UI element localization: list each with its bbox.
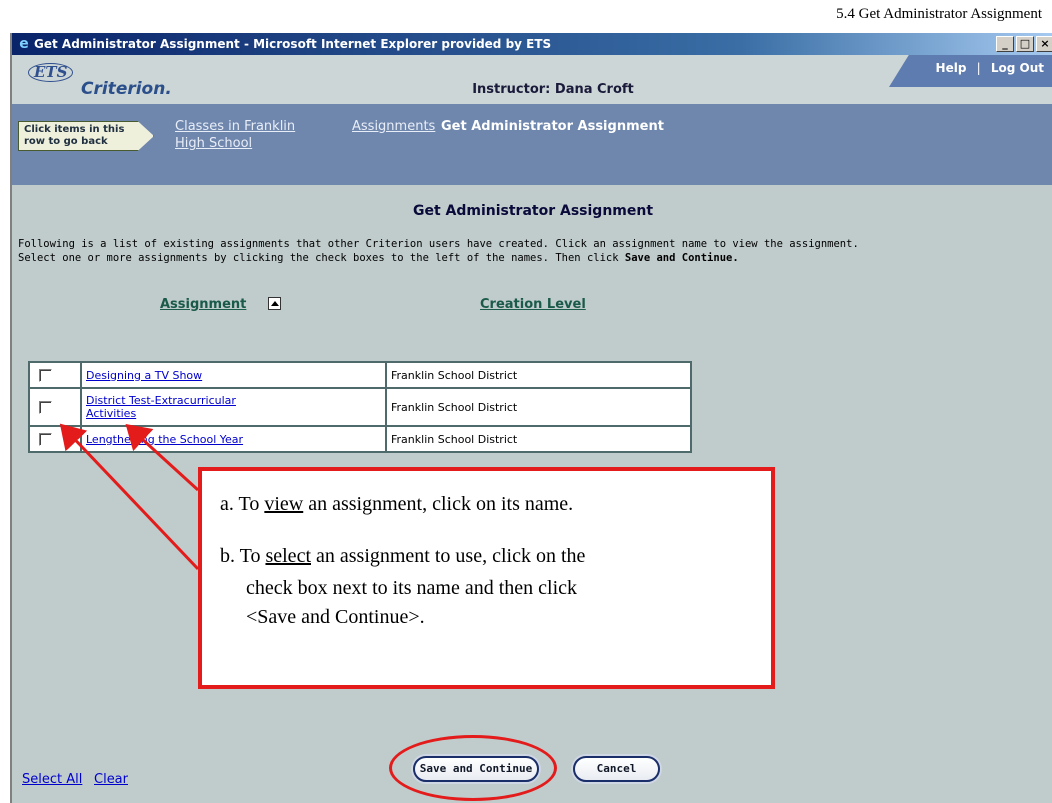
document-header: 5.4 Get Administrator Assignment <box>836 6 1042 22</box>
checkbox-cell <box>28 361 82 389</box>
table-row: District Test-Extracurricular Activities… <box>28 387 692 427</box>
callout-item-b: b. To select an assignment to use, click… <box>220 545 585 568</box>
callout-b-select: select <box>265 545 311 567</box>
app-header: ETS Criterion. Instructor: Dana Croft He… <box>12 55 1052 104</box>
assignment-checkbox[interactable] <box>39 400 52 414</box>
breadcrumb-hint: Click items in this row to go back <box>18 121 154 151</box>
assignment-name-link[interactable]: District Test-Extracurricular <box>86 394 381 407</box>
minimize-button[interactable]: _ <box>996 36 1014 52</box>
breadcrumb-hint-line2: row to go back <box>24 136 108 147</box>
breadcrumb-assignments-link[interactable]: Assignments <box>352 118 435 135</box>
cancel-button[interactable]: Cancel <box>573 756 660 782</box>
creation-level-column-header[interactable]: Creation Level <box>480 297 586 312</box>
close-button[interactable]: × <box>1036 36 1052 52</box>
assignment-name-link[interactable]: Lengthening the School Year <box>86 433 243 446</box>
checkbox-cell <box>28 387 82 427</box>
callout-a-prefix: a. To <box>220 493 265 515</box>
sort-ascending-icon[interactable] <box>268 297 281 310</box>
clear-link[interactable]: Clear <box>94 772 128 787</box>
maximize-button[interactable]: □ <box>1016 36 1034 52</box>
assignment-name-link[interactable]: Designing a TV Show <box>86 369 202 382</box>
intro-text: Following is a list of existing assignme… <box>18 237 1048 265</box>
intro-line-1: Following is a list of existing assignme… <box>18 238 859 250</box>
assignment-column-header[interactable]: Assignment <box>160 297 246 312</box>
callout-b-line3: <Save and Continue>. <box>246 606 425 628</box>
breadcrumb-classes-link[interactable]: Classes in Franklin High School <box>175 118 295 152</box>
instruction-callout: a. To view an assignment, click on its n… <box>198 467 775 689</box>
help-logout-links: Help | Log Out <box>936 61 1044 75</box>
assignment-checkbox[interactable] <box>39 432 52 446</box>
intro-line-2: Select one or more assignments by clicki… <box>18 251 1048 265</box>
breadcrumb-hint-line1: Click items in this <box>24 124 125 135</box>
page-title: Get Administrator Assignment <box>412 203 654 219</box>
ie-browser-icon: e <box>19 36 29 52</box>
assignment-checkbox[interactable] <box>39 368 52 382</box>
callout-item-a: a. To view an assignment, click on its n… <box>220 493 573 516</box>
callout-a-view: view <box>264 493 304 515</box>
table-row: Designing a TV Show Franklin School Dist… <box>28 361 692 389</box>
table-row: Lengthening the School Year Franklin Sch… <box>28 425 692 453</box>
callout-a-suffix: an assignment, click on its name. <box>303 493 574 515</box>
assignment-name-cell: Lengthening the School Year <box>80 425 387 453</box>
callout-b-line2: check box next to its name and then clic… <box>246 577 578 599</box>
breadcrumb-classes-line1[interactable]: Classes in Franklin <box>175 118 295 135</box>
assignment-name-link-line2[interactable]: Activities <box>86 407 381 420</box>
assignments-table: Designing a TV Show Franklin School Dist… <box>28 361 692 453</box>
callout-b-prefix: b. To <box>220 545 266 567</box>
breadcrumb-current: Get Administrator Assignment <box>441 119 664 134</box>
save-and-continue-button[interactable]: Save and Continue <box>413 756 539 782</box>
window-controls: _ □ × <box>996 36 1052 52</box>
creation-level-cell: Franklin School District <box>385 361 692 389</box>
intro-save-continue-bold: Save and Continue. <box>624 252 739 264</box>
breadcrumb: Click items in this row to go back Class… <box>12 104 1052 185</box>
select-all-link[interactable]: Select All <box>22 772 82 787</box>
window-title: Get Administrator Assignment - Microsoft… <box>34 37 552 51</box>
breadcrumb-classes-line2[interactable]: High School <box>175 135 295 152</box>
header-separator: | <box>976 61 981 75</box>
creation-level-cell: Franklin School District <box>385 387 692 427</box>
intro-line-2-text: Select one or more assignments by clicki… <box>18 252 625 264</box>
callout-b-suffix: an assignment to use, click on the <box>311 545 586 567</box>
help-link[interactable]: Help <box>936 61 967 75</box>
assignment-name-cell: District Test-Extracurricular Activities <box>80 387 387 427</box>
logout-link[interactable]: Log Out <box>991 61 1044 75</box>
assignment-name-cell: Designing a TV Show <box>80 361 387 389</box>
window-titlebar: e Get Administrator Assignment - Microso… <box>12 33 1052 55</box>
checkbox-cell <box>28 425 82 453</box>
ets-logo: ETS <box>28 63 74 82</box>
creation-level-cell: Franklin School District <box>385 425 692 453</box>
